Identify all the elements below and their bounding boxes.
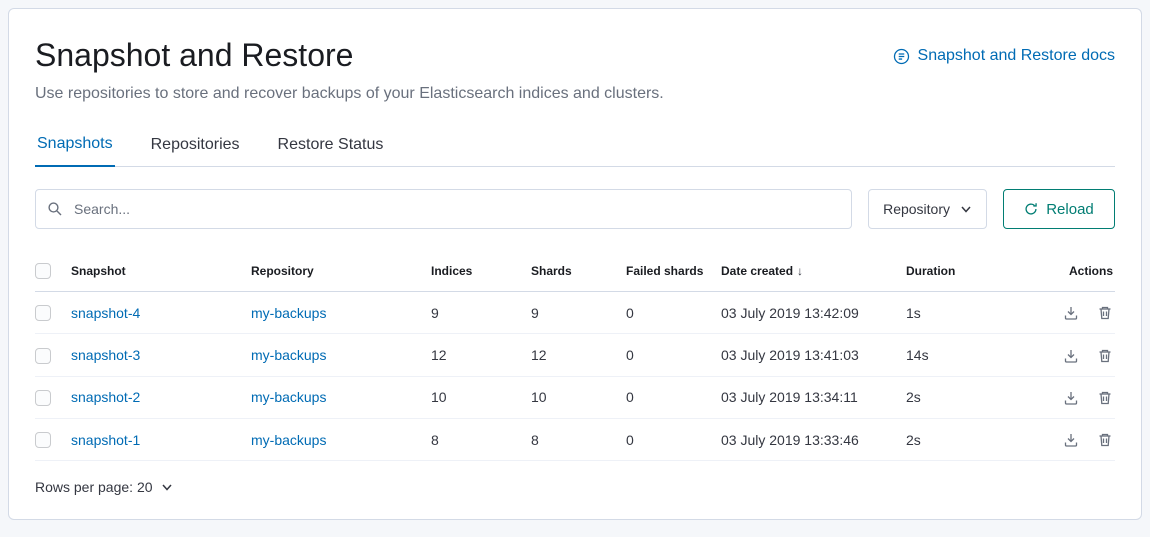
duration-cell: 2s	[906, 418, 1011, 460]
delete-trash-icon[interactable]	[1097, 432, 1113, 448]
date-created-cell: 03 July 2019 13:42:09	[721, 292, 906, 334]
snapshot-link[interactable]: snapshot-2	[71, 389, 140, 405]
column-header-snapshot[interactable]: Snapshot	[71, 251, 251, 292]
page-title: Snapshot and Restore	[35, 35, 353, 75]
column-header-failed-shards[interactable]: Failed shards	[626, 251, 721, 292]
table-header-row: Snapshot Repository Indices Shards Faile…	[35, 251, 1115, 292]
delete-trash-icon[interactable]	[1097, 348, 1113, 364]
search-icon	[47, 201, 63, 217]
select-all-checkbox[interactable]	[35, 263, 51, 279]
tab-restore-status[interactable]: Restore Status	[276, 129, 386, 167]
snapshot-cell: snapshot-4	[71, 292, 251, 334]
toolbar: Repository Reload	[35, 189, 1115, 229]
docs-link-label: Snapshot and Restore docs	[918, 47, 1115, 65]
refresh-icon	[1024, 202, 1038, 216]
restore-download-icon[interactable]	[1063, 390, 1079, 406]
date-created-cell: 03 July 2019 13:34:11	[721, 376, 906, 418]
chevron-down-icon	[161, 481, 173, 493]
indices-cell: 8	[431, 418, 531, 460]
shards-cell: 9	[531, 292, 626, 334]
date-created-cell: 03 July 2019 13:41:03	[721, 334, 906, 376]
page-subtitle: Use repositories to store and recover ba…	[35, 85, 1115, 103]
repository-link[interactable]: my-backups	[251, 305, 326, 321]
delete-trash-icon[interactable]	[1097, 305, 1113, 321]
repository-cell: my-backups	[251, 292, 431, 334]
page-header: Snapshot and Restore Snapshot and Restor…	[35, 35, 1115, 75]
row-checkbox[interactable]	[35, 390, 51, 406]
repository-cell: my-backups	[251, 376, 431, 418]
repository-link[interactable]: my-backups	[251, 389, 326, 405]
snapshot-cell: snapshot-2	[71, 376, 251, 418]
actions-cell	[1011, 418, 1115, 460]
snapshot-restore-panel: Snapshot and Restore Snapshot and Restor…	[8, 8, 1142, 520]
actions-cell	[1011, 376, 1115, 418]
repository-cell: my-backups	[251, 418, 431, 460]
restore-download-icon[interactable]	[1063, 432, 1079, 448]
snapshot-link[interactable]: snapshot-3	[71, 347, 140, 363]
chevron-down-icon	[960, 203, 972, 215]
duration-cell: 14s	[906, 334, 1011, 376]
indices-cell: 12	[431, 334, 531, 376]
rows-per-page-label: Rows per page: 20	[35, 479, 153, 495]
restore-download-icon[interactable]	[1063, 348, 1079, 364]
indices-cell: 10	[431, 376, 531, 418]
repository-filter-label: Repository	[883, 201, 950, 217]
row-checkbox[interactable]	[35, 432, 51, 448]
column-header-repository[interactable]: Repository	[251, 251, 431, 292]
date-created-label: Date created	[721, 264, 793, 278]
failed-shards-cell: 0	[626, 376, 721, 418]
column-header-date-created[interactable]: Date created ↓	[721, 251, 906, 292]
snapshot-link[interactable]: snapshot-1	[71, 432, 140, 448]
date-created-cell: 03 July 2019 13:33:46	[721, 418, 906, 460]
column-header-indices[interactable]: Indices	[431, 251, 531, 292]
sort-desc-icon: ↓	[797, 264, 803, 278]
indices-cell: 9	[431, 292, 531, 334]
actions-cell	[1011, 334, 1115, 376]
search-wrap	[35, 189, 852, 229]
restore-download-icon[interactable]	[1063, 305, 1079, 321]
snapshots-table: Snapshot Repository Indices Shards Faile…	[35, 251, 1115, 461]
shards-cell: 12	[531, 334, 626, 376]
repository-filter-button[interactable]: Repository	[868, 189, 987, 229]
repository-link[interactable]: my-backups	[251, 347, 326, 363]
duration-cell: 1s	[906, 292, 1011, 334]
actions-cell	[1011, 292, 1115, 334]
row-checkbox[interactable]	[35, 348, 51, 364]
row-checkbox[interactable]	[35, 305, 51, 321]
delete-trash-icon[interactable]	[1097, 390, 1113, 406]
failed-shards-cell: 0	[626, 334, 721, 376]
table-row: snapshot-2 my-backups 10 10 0 03 July 20…	[35, 376, 1115, 418]
snapshot-link[interactable]: snapshot-4	[71, 305, 140, 321]
column-header-shards[interactable]: Shards	[531, 251, 626, 292]
repository-link[interactable]: my-backups	[251, 432, 326, 448]
snapshot-cell: snapshot-1	[71, 418, 251, 460]
tab-repositories[interactable]: Repositories	[149, 129, 242, 167]
table-row: snapshot-4 my-backups 9 9 0 03 July 2019…	[35, 292, 1115, 334]
row-checkbox-cell	[35, 418, 71, 460]
tab-snapshots[interactable]: Snapshots	[35, 129, 115, 167]
tab-bar: Snapshots Repositories Restore Status	[35, 129, 1115, 167]
reload-button-label: Reload	[1046, 201, 1094, 218]
column-header-actions: Actions	[1011, 251, 1115, 292]
docs-link[interactable]: Snapshot and Restore docs	[893, 47, 1115, 65]
table-row: snapshot-3 my-backups 12 12 0 03 July 20…	[35, 334, 1115, 376]
row-checkbox-cell	[35, 334, 71, 376]
search-input[interactable]	[35, 189, 852, 229]
column-header-duration[interactable]: Duration	[906, 251, 1011, 292]
reload-button[interactable]: Reload	[1003, 189, 1115, 229]
duration-cell: 2s	[906, 376, 1011, 418]
shards-cell: 8	[531, 418, 626, 460]
select-all-header	[35, 251, 71, 292]
table-row: snapshot-1 my-backups 8 8 0 03 July 2019…	[35, 418, 1115, 460]
row-checkbox-cell	[35, 376, 71, 418]
snapshot-cell: snapshot-3	[71, 334, 251, 376]
repository-cell: my-backups	[251, 334, 431, 376]
failed-shards-cell: 0	[626, 418, 721, 460]
shards-cell: 10	[531, 376, 626, 418]
row-checkbox-cell	[35, 292, 71, 334]
failed-shards-cell: 0	[626, 292, 721, 334]
rows-per-page-control[interactable]: Rows per page: 20	[35, 479, 173, 495]
docs-icon	[893, 48, 910, 65]
